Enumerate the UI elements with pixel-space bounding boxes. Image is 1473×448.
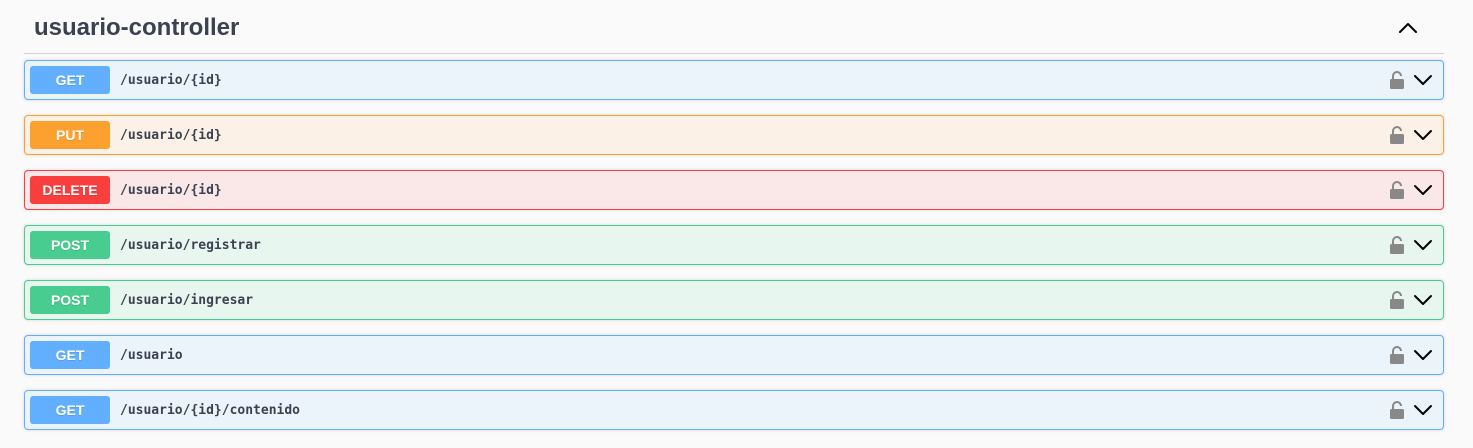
method-badge: POST [30,286,110,314]
operation-put-usuario-id[interactable]: PUT /usuario/{id} [24,115,1444,155]
operation-post-usuario-ingresar[interactable]: POST /usuario/ingresar [24,280,1444,320]
lock-icon[interactable] [1390,236,1404,254]
chevron-down-icon[interactable] [1413,239,1433,251]
section-header[interactable]: usuario-controller [24,0,1444,54]
lock-icon[interactable] [1390,291,1404,309]
chevron-down-icon[interactable] [1413,404,1433,416]
operation-path: /usuario [120,347,183,363]
method-badge: GET [30,396,110,424]
operation-get-usuario[interactable]: GET /usuario [24,335,1444,375]
operation-get-usuario-id[interactable]: GET /usuario/{id} [24,60,1444,100]
lock-icon[interactable] [1390,401,1404,419]
operations-list: GET /usuario/{id} PUT /usuario/{id} DELE… [24,60,1444,445]
operation-path: /usuario/ingresar [120,292,254,308]
lock-icon[interactable] [1390,71,1404,89]
chevron-down-icon[interactable] [1413,294,1433,306]
lock-icon[interactable] [1390,181,1404,199]
section-title: usuario-controller [34,14,240,41]
collapse-section-button[interactable] [1388,8,1428,48]
method-badge: PUT [30,121,110,149]
operation-path: /usuario/{id} [120,127,222,143]
operation-post-usuario-registrar[interactable]: POST /usuario/registrar [24,225,1444,265]
method-badge: GET [30,66,110,94]
operation-path: /usuario/registrar [120,237,261,253]
operation-delete-usuario-id[interactable]: DELETE /usuario/{id} [24,170,1444,210]
operation-path: /usuario/{id} [120,182,222,198]
operation-path: /usuario/{id}/contenido [120,402,301,418]
lock-icon[interactable] [1390,346,1404,364]
chevron-down-icon[interactable] [1413,349,1433,361]
lock-icon[interactable] [1390,126,1404,144]
usuario-controller-section: usuario-controller [24,0,1444,54]
chevron-down-icon[interactable] [1413,129,1433,141]
chevron-down-icon[interactable] [1413,74,1433,86]
method-badge: GET [30,341,110,369]
operation-get-usuario-id-contenido[interactable]: GET /usuario/{id}/contenido [24,390,1444,430]
method-badge: DELETE [30,176,110,204]
chevron-up-icon [1399,22,1417,33]
method-badge: POST [30,231,110,259]
chevron-down-icon[interactable] [1413,184,1433,196]
operation-path: /usuario/{id} [120,72,222,88]
